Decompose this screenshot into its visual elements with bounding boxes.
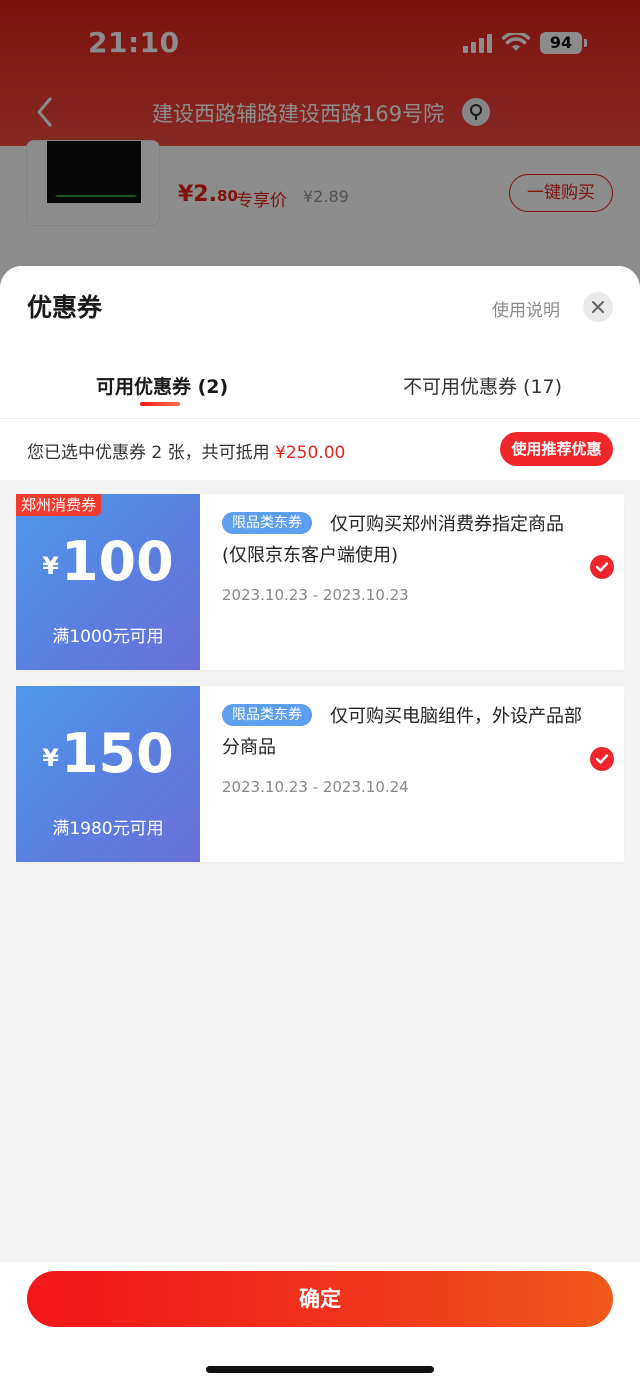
coupon-date-range: 2023.10.23 - 2023.10.23 [222, 586, 409, 604]
selection-summary: 您已选中优惠券 2 张，共可抵用 ¥250.00 [27, 443, 346, 463]
coupon-value-panel: ¥150 满1980元可用 [16, 686, 200, 862]
tab-unavailable-coupons[interactable]: 不可用优惠券 (17) [403, 372, 562, 399]
coupon-condition: 满1980元可用 [52, 819, 164, 839]
modal-overlay[interactable] [0, 0, 640, 290]
coupon-card[interactable]: 郑州消费券 ¥100 满1000元可用 仅可购买郑州消费券指定商品(仅限京东客户… [16, 494, 624, 670]
coupon-type-badge: 限品类东券 [222, 704, 312, 726]
coupon-amount: ¥150 [42, 722, 174, 785]
summary-amount: ¥250.00 [275, 443, 346, 463]
coupon-tag: 郑州消费券 [16, 494, 102, 516]
sheet-header: 优惠券 使用说明 可用优惠券 (2) 不可用优惠券 (17) 您已选中优惠券 2… [0, 266, 640, 480]
confirm-button[interactable]: 确定 [27, 1271, 613, 1327]
coupon-card[interactable]: ¥150 满1980元可用 仅可购买电脑组件，外设产品部分商品 限品类东券 20… [16, 686, 624, 862]
close-icon [592, 301, 604, 313]
use-recommended-button[interactable]: 使用推荐优惠 [500, 432, 613, 466]
check-icon[interactable] [590, 555, 614, 579]
sheet-title: 优惠券 [27, 293, 103, 322]
coupon-date-range: 2023.10.23 - 2023.10.24 [222, 778, 409, 796]
coupon-type-badge: 限品类东券 [222, 512, 312, 534]
tab-available-coupons[interactable]: 可用优惠券 (2) [96, 372, 228, 399]
coupon-amount: ¥100 [42, 530, 174, 593]
sheet-footer: 确定 [0, 1262, 640, 1387]
close-button[interactable] [583, 292, 613, 322]
background-page: 21:10 94 建设西路辅路建设西路169号院 ¥2.80 专享价 ¥2.89… [0, 0, 640, 290]
check-icon[interactable] [590, 747, 614, 771]
divider [0, 418, 640, 419]
usage-instructions-link[interactable]: 使用说明 [492, 296, 560, 321]
active-tab-indicator [140, 402, 180, 406]
coupon-value-panel: 郑州消费券 ¥100 满1000元可用 [16, 494, 200, 670]
coupon-sheet: 优惠券 使用说明 可用优惠券 (2) 不可用优惠券 (17) 您已选中优惠券 2… [0, 266, 640, 1387]
home-indicator[interactable] [206, 1366, 434, 1373]
coupon-condition: 满1000元可用 [52, 627, 164, 647]
